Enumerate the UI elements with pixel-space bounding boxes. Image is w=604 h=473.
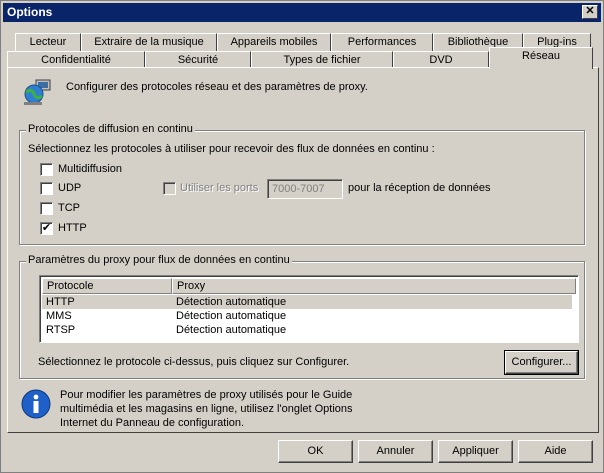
ok-button[interactable]: OK <box>278 440 353 463</box>
info-text-line-3: Internet du Panneau de configuration. <box>60 417 245 429</box>
tab-appareils-mobiles[interactable]: Appareils mobiles <box>217 33 331 51</box>
network-globe-icon <box>20 76 54 110</box>
info-text-line-1: Pour modifier les paramètres de proxy ut… <box>60 389 353 401</box>
use-ports-checkbox[interactable] <box>163 182 176 195</box>
ports-suffix-label: pour la réception de données <box>348 182 491 194</box>
close-button[interactable]: ✕ <box>582 5 598 19</box>
multicast-checkbox[interactable] <box>40 163 53 176</box>
udp-checkbox[interactable] <box>40 182 53 195</box>
options-dialog: Options ✕ Lecteur Extraire de la musique… <box>0 0 604 473</box>
multicast-label[interactable]: Multidiffusion <box>58 163 122 175</box>
row-proxy: Détection automatique <box>176 296 287 308</box>
proxy-list[interactable]: Protocole Proxy HTTP Détection automatiq… <box>39 275 579 343</box>
tab-extraire-musique[interactable]: Extraire de la musique <box>81 33 217 51</box>
use-ports-label: Utiliser les ports <box>180 182 259 194</box>
tab-reseau[interactable]: Réseau <box>489 47 593 69</box>
info-text-line-2: multimédia et les magasins en ligne, uti… <box>60 403 353 415</box>
title-bar: Options ✕ <box>3 3 601 22</box>
table-row[interactable]: RTSP Détection automatique <box>42 323 572 337</box>
ports-input[interactable]: 7000-7007 <box>267 179 343 199</box>
section-description: Configurer des protocoles réseau et des … <box>66 81 368 93</box>
tab-lecteur[interactable]: Lecteur <box>15 33 81 51</box>
configure-button[interactable]: Configurer... <box>504 350 579 375</box>
cancel-button[interactable]: Annuler <box>358 440 433 463</box>
column-header-protocole[interactable]: Protocole <box>42 278 172 294</box>
table-row[interactable]: MMS Détection automatique <box>42 309 572 323</box>
info-icon <box>20 388 52 420</box>
help-button[interactable]: Aide <box>518 440 593 463</box>
window-title: Options <box>7 5 53 19</box>
streaming-protocols-group: Protocoles de diffusion en continu Sélec… <box>19 123 585 245</box>
column-header-proxy[interactable]: Proxy <box>172 278 576 294</box>
http-checkbox[interactable]: ✔ <box>40 222 53 235</box>
tab-performances[interactable]: Performances <box>331 33 433 51</box>
row-protocol: RTSP <box>46 324 76 336</box>
apply-button[interactable]: Appliquer <box>438 440 513 463</box>
proxy-settings-group: Paramètres du proxy pour flux de données… <box>19 254 585 379</box>
row-protocol: HTTP <box>46 296 75 308</box>
proxy-group-title: Paramètres du proxy pour flux de données… <box>26 254 292 266</box>
tab-panel-reseau: Configurer des protocoles réseau et des … <box>7 67 599 433</box>
udp-label[interactable]: UDP <box>58 182 81 194</box>
proxy-hint: Sélectionnez le protocole ci-dessus, pui… <box>38 356 350 368</box>
tcp-label[interactable]: TCP <box>58 202 80 214</box>
streaming-group-title: Protocoles de diffusion en continu <box>26 123 195 135</box>
streaming-instruction: Sélectionnez les protocoles à utiliser p… <box>28 143 435 155</box>
table-row[interactable]: HTTP Détection automatique <box>42 295 572 309</box>
tcp-checkbox[interactable] <box>40 202 53 215</box>
row-protocol: MMS <box>46 310 72 322</box>
row-proxy: Détection automatique <box>176 324 287 336</box>
http-label[interactable]: HTTP <box>58 222 87 234</box>
row-proxy: Détection automatique <box>176 310 287 322</box>
